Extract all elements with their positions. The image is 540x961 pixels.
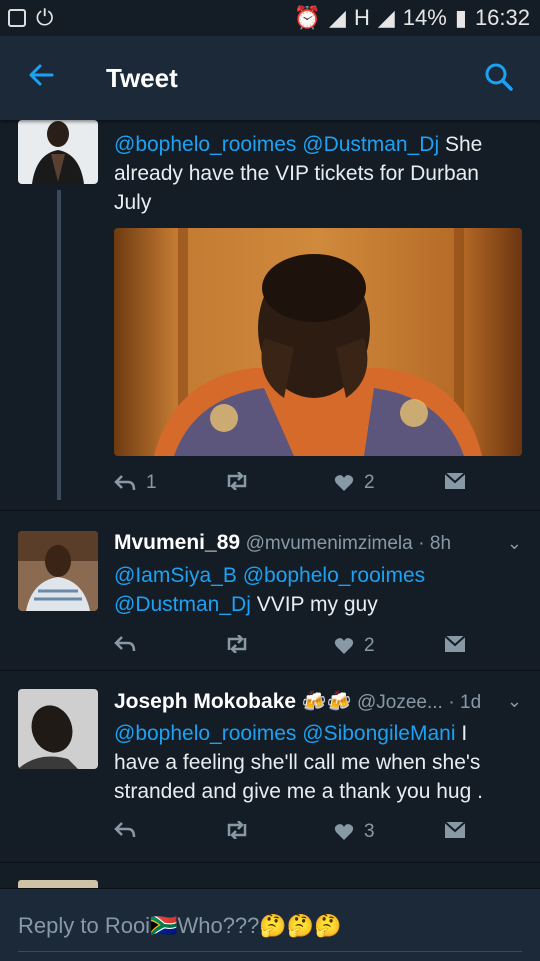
dm-button[interactable]: [444, 635, 466, 653]
reply-button[interactable]: [114, 821, 136, 839]
alarm-icon: ⏰: [293, 5, 322, 30]
reply-count: 1: [146, 472, 157, 493]
input-underline: [18, 951, 522, 952]
divider: [0, 862, 540, 863]
thread-line: [57, 190, 61, 500]
reply-input[interactable]: Reply to Rooi🇿🇦Who???🤔🤔🤔: [18, 913, 342, 939]
tweet-header: Joseph Mokobake 🍻🍻 @Jozee... · 1d: [114, 689, 481, 714]
avatar[interactable]: [18, 531, 98, 611]
beer-emoji: 🍻🍻: [301, 691, 352, 713]
avatar[interactable]: [18, 880, 98, 888]
clock: 16:32: [474, 5, 530, 30]
heart-icon: [334, 638, 354, 654]
tweet[interactable]: Mvumeni_89 @mvumenimzimela · 8h ⌄ @IamSi…: [0, 511, 540, 671]
display-name[interactable]: Joseph Mokobake: [114, 690, 296, 713]
avatar[interactable]: [18, 689, 98, 769]
screenshot-icon: [8, 9, 26, 27]
chevron-down-icon[interactable]: ⌄: [507, 691, 522, 712]
chevron-down-icon[interactable]: ⌄: [507, 533, 522, 554]
signal-icon: ◢: [329, 5, 346, 30]
like-count: 2: [364, 472, 375, 493]
user-handle[interactable]: @mvumenimzimela: [246, 533, 413, 554]
reply-icon: [114, 475, 136, 491]
display-name[interactable]: Mvumeni_89: [114, 531, 240, 554]
tweet-header: Mvumeni_89 @mvumenimzimela · 8h: [114, 531, 451, 555]
user-handle[interactable]: @Jozee...: [357, 692, 443, 713]
reply-button[interactable]: 1: [114, 472, 157, 494]
avatar[interactable]: [18, 120, 98, 184]
envelope-icon: [444, 472, 466, 489]
like-count: 2: [364, 635, 375, 656]
app-bar: Tweet: [0, 36, 540, 120]
tweet[interactable]: @bophelo_rooimes @Dustman_Dj She already…: [0, 120, 540, 520]
heart-icon: [334, 824, 354, 840]
tweet-time: · 1d: [448, 692, 482, 713]
dm-button[interactable]: [444, 821, 466, 839]
envelope-icon: [444, 821, 466, 838]
signal-icon-2: ◢: [377, 5, 395, 30]
arrow-left-icon: [29, 64, 54, 86]
search-button[interactable]: [484, 62, 514, 92]
tweet-actions: 2: [114, 635, 474, 665]
retweet-icon: [227, 821, 247, 839]
tweet-text: @bophelo_rooimes @Dustman_Dj She already…: [114, 133, 483, 214]
retweet-button[interactable]: [224, 821, 250, 839]
retweet-icon: [227, 472, 247, 490]
like-button[interactable]: 2: [334, 635, 375, 657]
like-button[interactable]: 2: [334, 472, 375, 494]
heart-icon: [334, 475, 354, 491]
conversation[interactable]: @bophelo_rooimes @Dustman_Dj She already…: [0, 120, 540, 888]
usb-icon: ⏻: [36, 5, 54, 30]
mentions[interactable]: @bophelo_rooimes @SibongileMani: [114, 722, 456, 745]
dm-button[interactable]: [444, 472, 466, 490]
reply-icon: [114, 636, 136, 652]
envelope-icon: [444, 635, 466, 652]
tweet-actions: 1 2: [114, 472, 474, 502]
status-bar: ⏻ ⏰ ◢ H ◢ 14% ▮ 16:32: [0, 0, 540, 36]
photo: [114, 228, 522, 456]
reply-button[interactable]: [114, 635, 136, 653]
battery-icon: ▮: [454, 5, 467, 30]
tweet-text: @bophelo_rooimes @SibongileMani I have a…: [114, 722, 483, 803]
tweet-text: @IamSiya_B @bophelo_rooimes @Dustman_Dj …: [114, 564, 426, 616]
search-icon: [485, 63, 513, 91]
mentions[interactable]: @bophelo_rooimes @Dustman_Dj: [114, 133, 439, 156]
reply-bar: Reply to Rooi🇿🇦Who???🤔🤔🤔: [0, 888, 540, 961]
battery-level: 14%: [402, 5, 447, 30]
tweet-time: · 8h: [418, 533, 452, 554]
reply-icon: [114, 822, 136, 838]
tweet-actions: 3: [114, 821, 474, 851]
retweet-button[interactable]: [224, 472, 250, 490]
retweet-button[interactable]: [224, 635, 250, 653]
like-count: 3: [364, 821, 375, 842]
like-button[interactable]: 3: [334, 821, 375, 843]
tweet[interactable]: Joseph Mokobake 🍻🍻 @Jozee... · 1d ⌄ @bop…: [0, 671, 540, 863]
back-button[interactable]: [26, 60, 62, 96]
retweet-icon: [227, 635, 247, 653]
tweet-image[interactable]: [114, 228, 522, 456]
page-title: Tweet: [106, 62, 178, 93]
network-type: H: [353, 5, 370, 30]
